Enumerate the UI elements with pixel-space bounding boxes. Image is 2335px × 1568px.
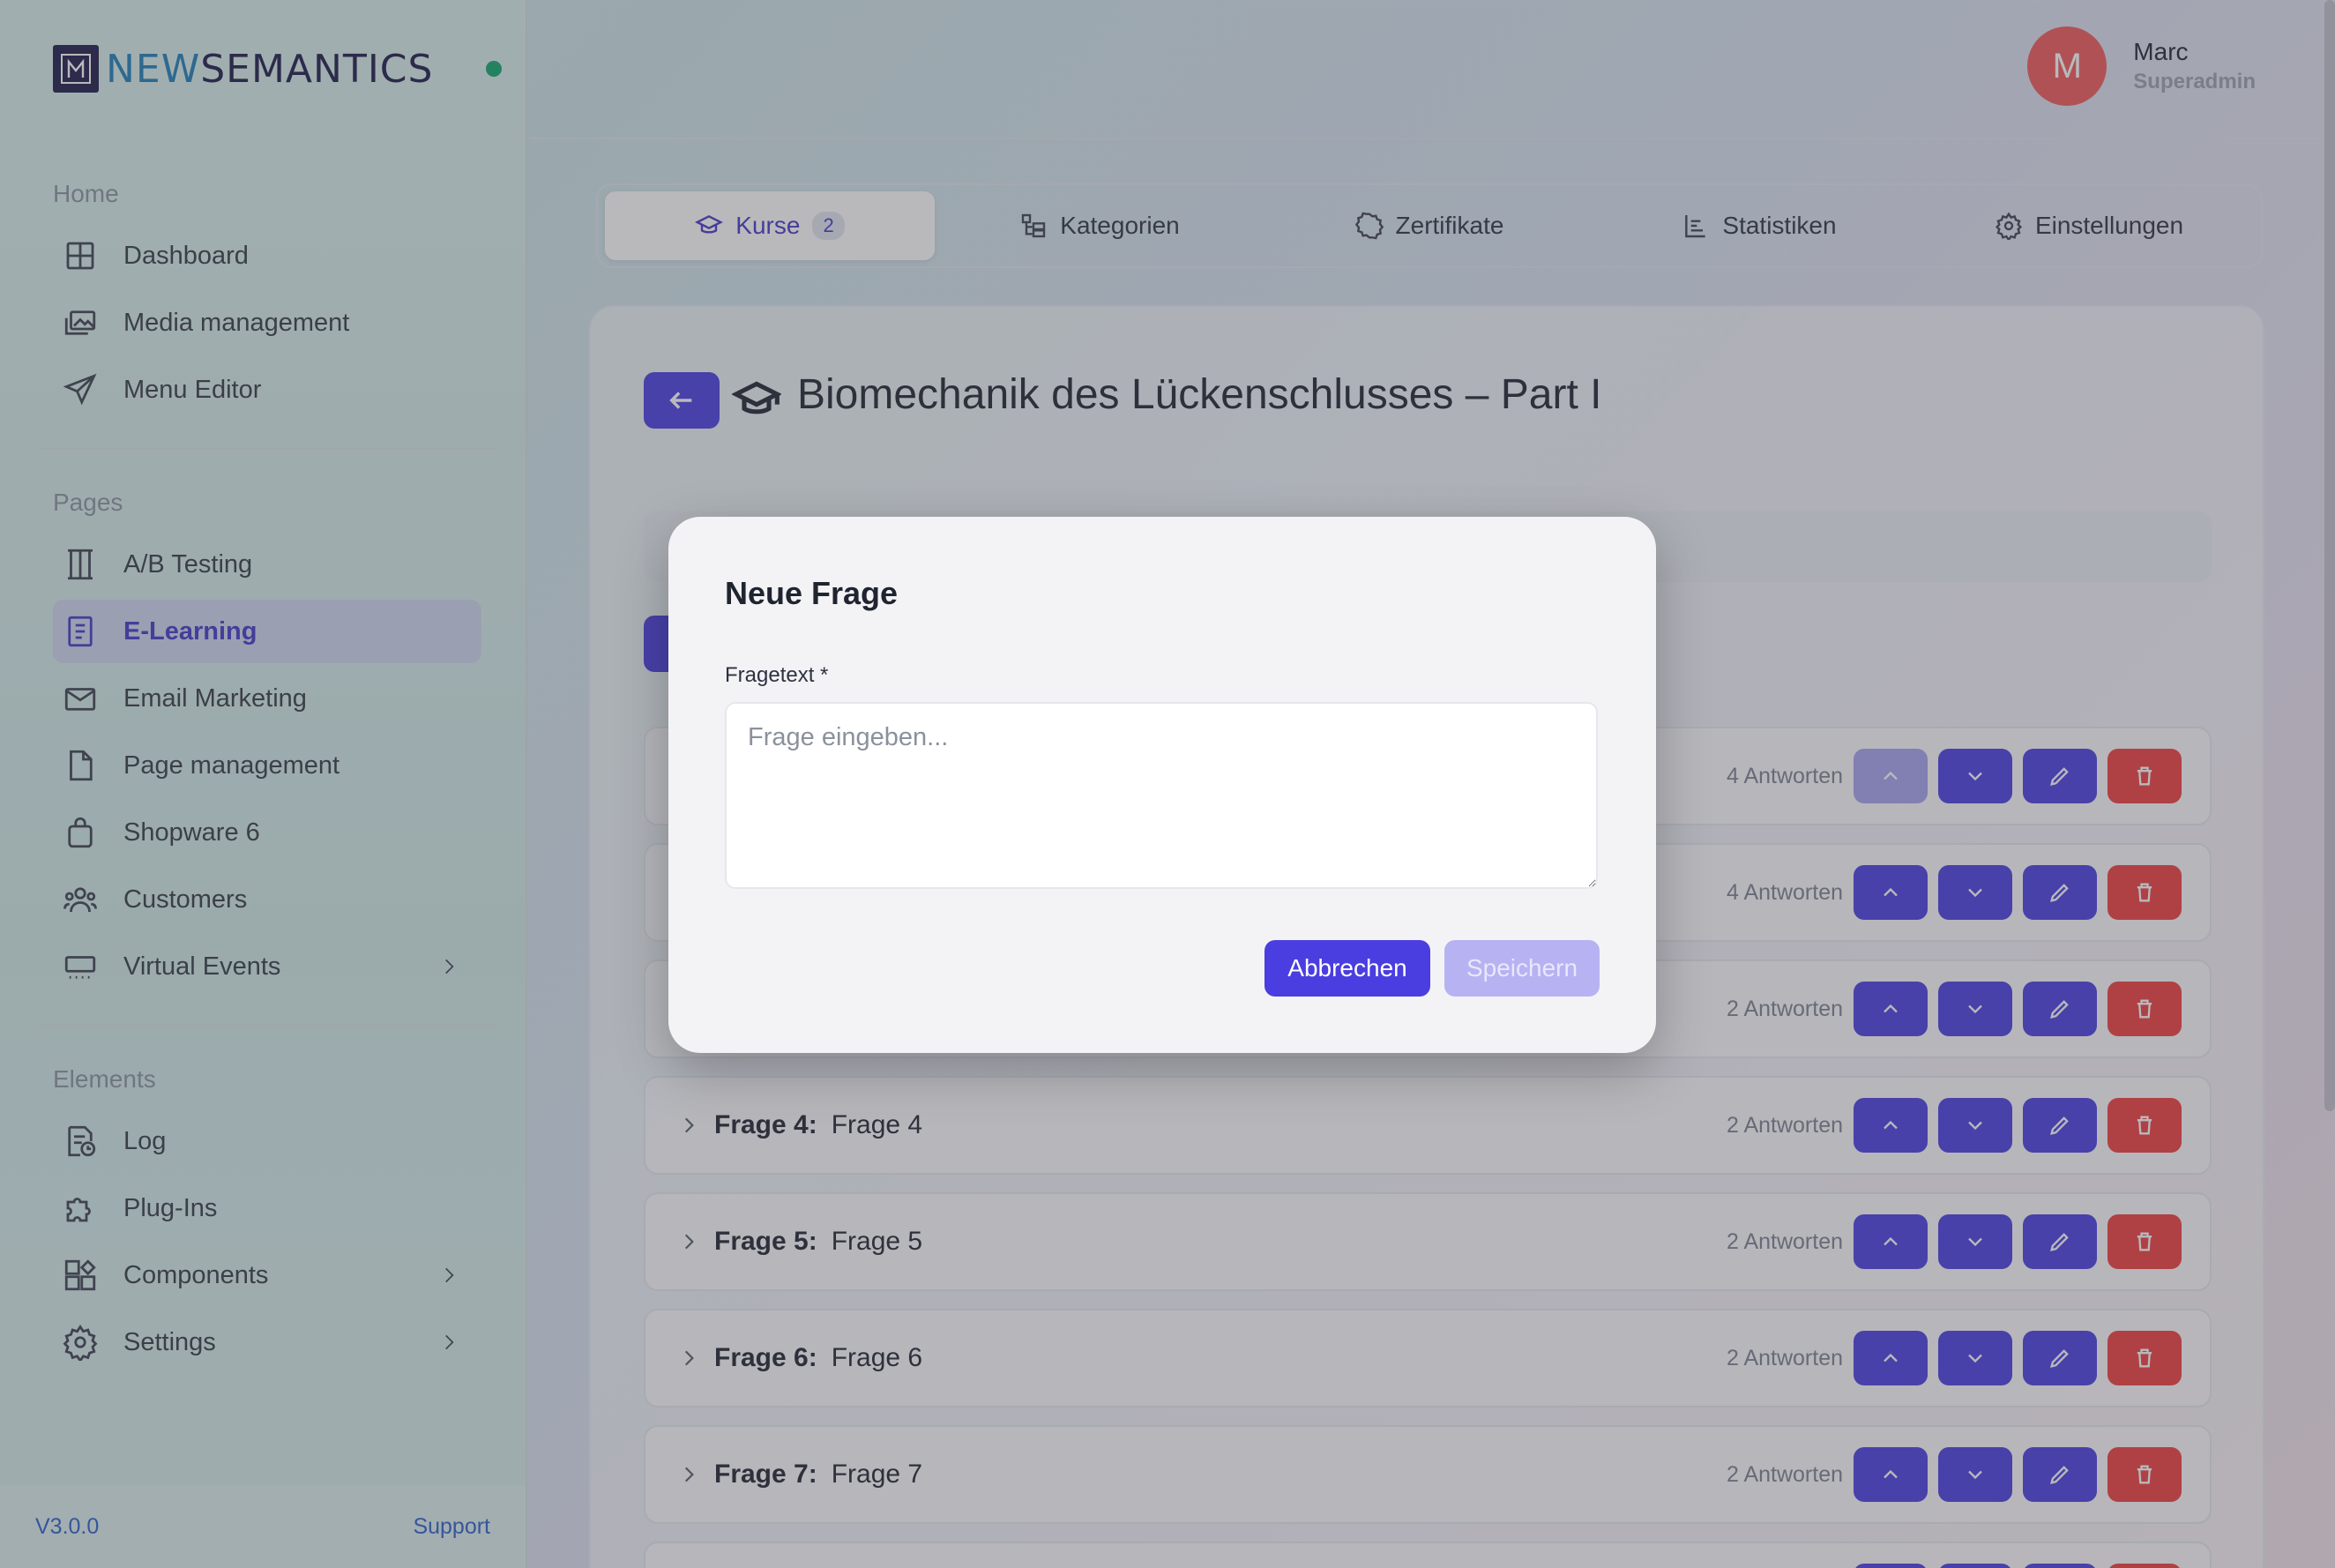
question-text-input[interactable]	[725, 702, 1598, 889]
cancel-button[interactable]: Abbrechen	[1264, 940, 1430, 997]
question-text-label: Fragetext *	[725, 663, 829, 687]
dialog-title: Neue Frage	[725, 575, 899, 611]
save-button[interactable]: Speichern	[1444, 940, 1600, 997]
new-question-dialog: Neue Frage Fragetext * Abbrechen Speiche…	[668, 517, 1656, 1053]
